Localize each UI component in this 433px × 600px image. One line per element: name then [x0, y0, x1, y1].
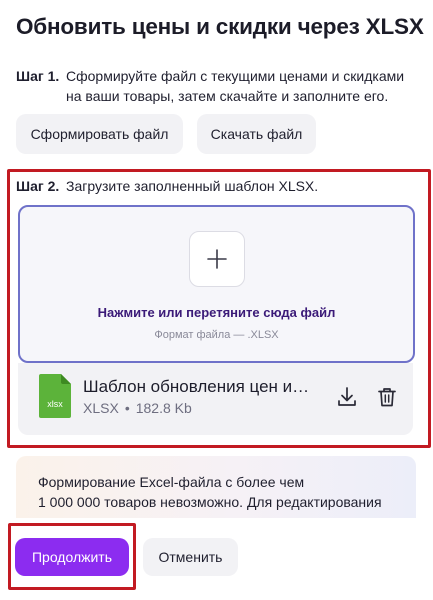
step-1-line-1: Сформируйте файл с текущими ценами и ски…: [66, 68, 405, 84]
notice-line-1: Формирование Excel-файла с более чем: [38, 474, 305, 490]
download-file-button[interactable]: Скачать файл: [197, 114, 316, 154]
notice-text: Формирование Excel-файла с более чем 1 0…: [38, 472, 410, 512]
page-title: Обновить цены и скидки через XLSX: [16, 14, 424, 39]
step-1-line-2: на ваши товары, затем скачайте и заполни…: [66, 88, 389, 104]
cancel-button[interactable]: Отменить: [143, 538, 238, 576]
notice-line-2: 1 000 000 товаров невозможно. Для редакт…: [38, 494, 382, 510]
step-1-description: Шаг 1. Сформируйте файл с текущими ценами…: [16, 66, 426, 106]
step-1-number: Шаг 1.: [16, 68, 60, 84]
upload-section-highlight: [7, 169, 431, 448]
generate-file-button[interactable]: Сформировать файл: [16, 114, 183, 154]
continue-button-highlight: [8, 523, 136, 590]
